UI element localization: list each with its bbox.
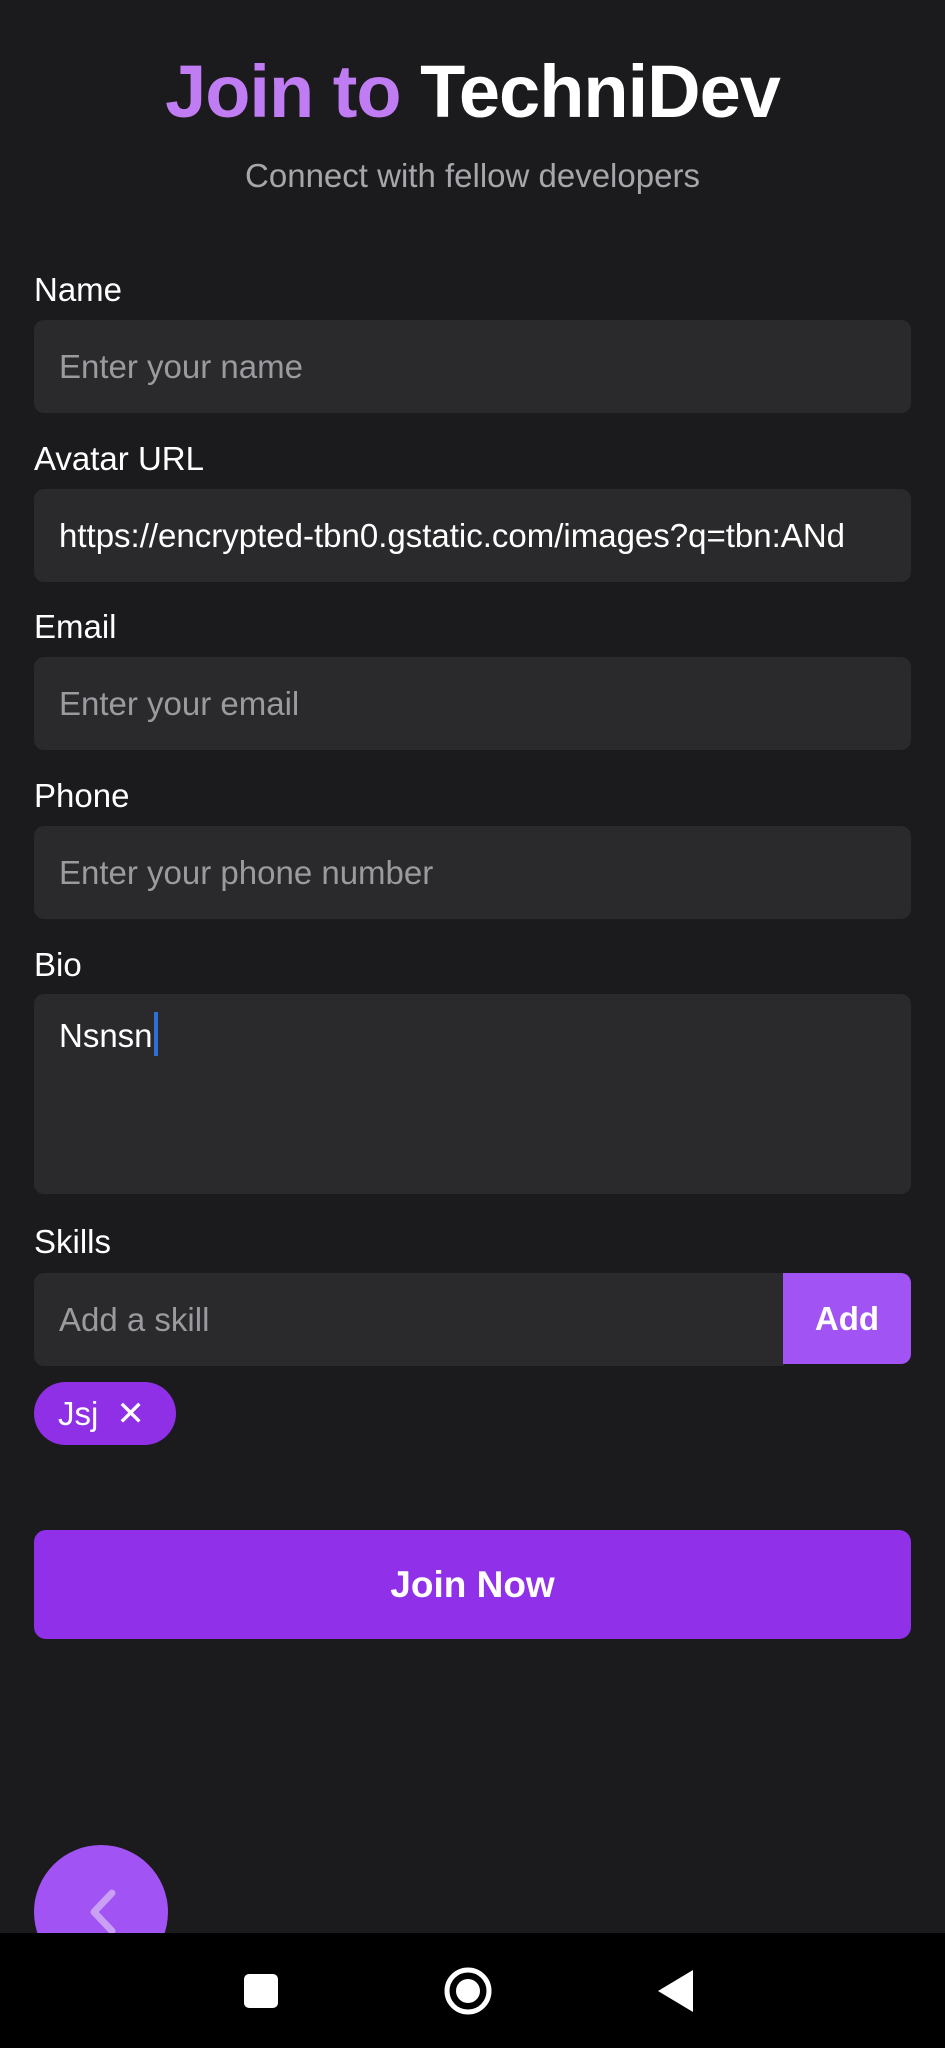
email-placeholder: Enter your email bbox=[59, 684, 300, 722]
skill-placeholder: Add a skill bbox=[59, 1300, 210, 1338]
title-brand: TechniDev bbox=[420, 50, 781, 133]
join-now-button[interactable]: Join Now bbox=[34, 1530, 911, 1639]
home-circle-icon[interactable] bbox=[436, 1959, 500, 2023]
page-title: Join to TechniDev bbox=[0, 48, 945, 136]
bio-textarea[interactable]: Nsnsn bbox=[34, 994, 911, 1194]
text-cursor bbox=[153, 1012, 158, 1056]
skill-chip: Jsj ✕ bbox=[34, 1382, 176, 1445]
email-input[interactable]: Enter your email bbox=[34, 657, 911, 750]
back-triangle-icon[interactable] bbox=[643, 1959, 707, 2023]
email-label: Email bbox=[34, 608, 117, 645]
add-skill-button[interactable]: Add bbox=[783, 1273, 911, 1364]
recents-square-icon[interactable] bbox=[229, 1959, 293, 2023]
name-input[interactable]: Enter your name bbox=[34, 320, 911, 413]
phone-input[interactable]: Enter your phone number bbox=[34, 826, 911, 919]
bio-value: Nsnsn bbox=[59, 1017, 153, 1054]
avatar-url-input[interactable]: https://encrypted-tbn0.gstatic.com/image… bbox=[34, 489, 911, 582]
title-join-to: Join to bbox=[165, 50, 402, 133]
close-icon[interactable]: ✕ bbox=[116, 1397, 145, 1431]
chevron-left-icon bbox=[90, 1889, 116, 1935]
phone-label: Phone bbox=[34, 777, 130, 814]
skill-input[interactable]: Add a skill bbox=[34, 1273, 784, 1366]
skill-chip-label: Jsj bbox=[58, 1394, 99, 1432]
bio-label: Bio bbox=[34, 946, 82, 983]
name-placeholder: Enter your name bbox=[59, 347, 303, 385]
name-label: Name bbox=[34, 271, 123, 308]
system-navigation-bar bbox=[0, 1933, 945, 2048]
avatar-url-label: Avatar URL bbox=[34, 440, 204, 477]
page-subtitle: Connect with fellow developers bbox=[245, 157, 700, 194]
phone-placeholder: Enter your phone number bbox=[59, 853, 434, 891]
skills-label: Skills bbox=[34, 1223, 112, 1260]
avatar-url-value: https://encrypted-tbn0.gstatic.com/image… bbox=[59, 516, 846, 554]
